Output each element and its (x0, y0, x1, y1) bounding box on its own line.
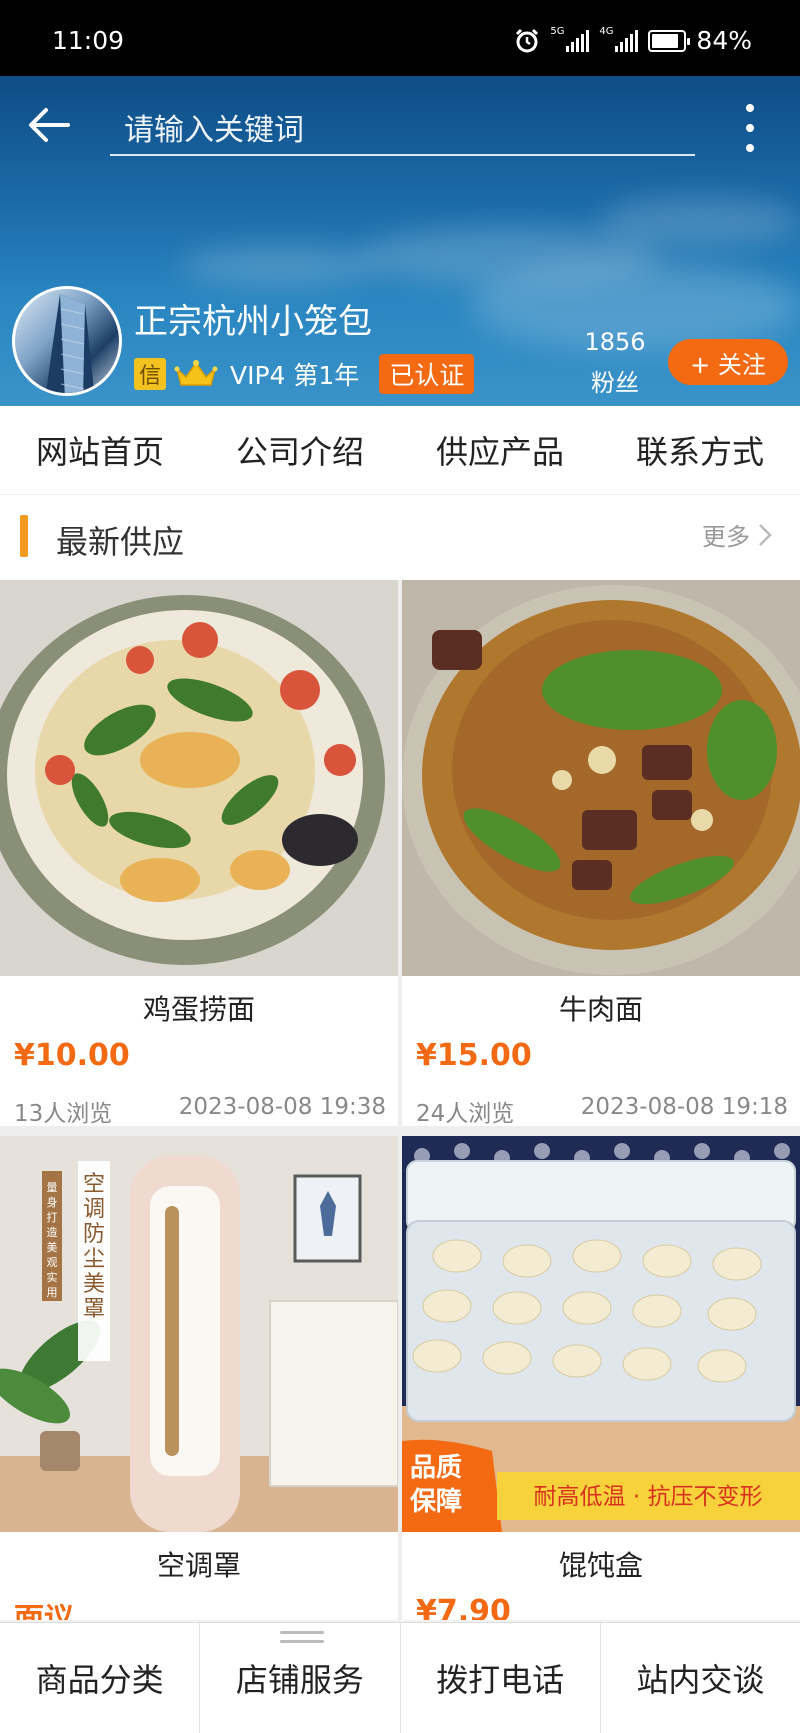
drag-handle-icon (280, 1631, 324, 1645)
alarm-icon (516, 28, 539, 52)
product-name: 馄饨盒 (558, 1549, 643, 1582)
svg-text:耐高低温 · 抗压不变形: 耐高低温 · 抗压不变形 (534, 1484, 763, 1510)
tab-products[interactable]: 供应产品 (400, 406, 600, 494)
product-price: ¥15.00 (416, 1038, 532, 1073)
product-name: 鸡蛋捞面 (142, 993, 255, 1026)
product-image-wonton-box: 品质 保障 耐高低温 · 抗压不变形 (402, 1136, 800, 1532)
status-time: 11:09 (52, 26, 125, 55)
battery-percent: 84% (696, 26, 752, 55)
more-options-icon[interactable] (738, 98, 762, 160)
product-grid: 鸡蛋捞面 ¥10.00 13人浏览 2023-08-08 19:38 牛肉面 ¥… (0, 580, 800, 1620)
section-title: 最新供应 (56, 523, 185, 561)
battery-icon (648, 29, 691, 52)
product-price: 面议 (14, 1602, 74, 1620)
product-name: 牛肉面 (558, 993, 643, 1026)
svg-text:品质: 品质 (410, 1453, 462, 1483)
more-link[interactable]: 更多 (702, 517, 772, 552)
svg-text:尘: 尘 (83, 1247, 105, 1272)
store-header: 正宗杭州小笼包 信 VIP4 第1年 已认证 1856 粉丝 + 关注 (0, 76, 800, 406)
product-views: 24人浏览 (416, 1101, 515, 1126)
call-button[interactable]: 拨打电话 (401, 1623, 601, 1733)
latest-supply-header: 最新供应 更多 (0, 494, 800, 580)
product-card[interactable]: 牛肉面 ¥15.00 24人浏览 2023-08-08 19:18 (402, 580, 800, 1126)
svg-text:保障: 保障 (409, 1486, 462, 1517)
chevron-right-icon (759, 523, 772, 546)
product-price: ¥7.90 (416, 1594, 511, 1620)
svg-text:观: 观 (47, 1256, 58, 1269)
tab-company-intro[interactable]: 公司介绍 (200, 406, 400, 494)
svg-text:造: 造 (47, 1225, 58, 1239)
svg-text:量: 量 (47, 1181, 58, 1194)
store-name: 正宗杭州小笼包 (134, 302, 372, 342)
svg-text:用: 用 (47, 1286, 58, 1299)
svg-text:空: 空 (83, 1172, 105, 1197)
product-card[interactable]: 鸡蛋捞面 ¥10.00 13人浏览 2023-08-08 19:38 (0, 580, 398, 1126)
vip-level: VIP4 第1年 (230, 361, 360, 390)
product-views: 13人浏览 (14, 1101, 113, 1126)
svg-text:美: 美 (47, 1241, 58, 1254)
credit-badge: 信 (134, 358, 166, 390)
fans-label: 粉丝 (591, 369, 639, 397)
product-date: 2023-08-08 19:38 (178, 1094, 386, 1120)
product-date: 2023-08-08 19:18 (580, 1094, 788, 1120)
svg-text:美: 美 (83, 1272, 105, 1297)
product-card[interactable]: 品质 保障 耐高低温 · 抗压不变形 馄饨盒 ¥7.90 (402, 1136, 800, 1620)
signal-4g-icon: 4G (599, 26, 639, 52)
crown-icon (174, 360, 218, 386)
status-bar: 11:09 5G 4G 84% (0, 0, 800, 76)
follow-button[interactable]: + 关注 (668, 339, 788, 385)
signal-5g-icon: 5G (550, 26, 590, 52)
svg-text:调: 调 (83, 1197, 105, 1222)
svg-text:打: 打 (47, 1210, 58, 1224)
tab-home[interactable]: 网站首页 (0, 406, 200, 494)
svg-text:身: 身 (47, 1195, 58, 1209)
chat-button[interactable]: 站内交谈 (601, 1623, 800, 1733)
product-name: 空调罩 (156, 1549, 241, 1582)
search-input[interactable] (110, 106, 695, 156)
more-label: 更多 (702, 523, 750, 551)
svg-text:罩: 罩 (83, 1297, 105, 1322)
back-arrow-icon[interactable] (24, 98, 78, 152)
fans-count: 1856 (584, 328, 646, 356)
category-button[interactable]: 商品分类 (0, 1623, 201, 1733)
verified-badge: 已认证 (379, 354, 475, 394)
product-card[interactable]: 空 调 防 尘 美 罩 量 身 打 造 美 观 实 用 空调罩 面议 (0, 1136, 398, 1620)
tab-contact[interactable]: 联系方式 (600, 406, 800, 494)
store-nav-tabs: 网站首页 公司介绍 供应产品 联系方式 (0, 406, 800, 494)
section-accent-bar (20, 515, 28, 557)
store-avatar[interactable] (12, 286, 122, 396)
product-image-ac-cover: 空 调 防 尘 美 罩 量 身 打 造 美 观 实 用 (0, 1136, 398, 1532)
svg-text:实: 实 (47, 1270, 58, 1284)
bottom-action-bar: 商品分类 店铺服务 拨打电话 站内交谈 (0, 1622, 800, 1733)
svg-text:防: 防 (83, 1222, 105, 1247)
status-icons: 5G 4G 84% (514, 26, 752, 55)
product-image-egg-noodles (0, 580, 398, 976)
store-badges: 信 VIP4 第1年 已认证 (134, 354, 475, 394)
product-image-beef-noodles (402, 580, 800, 976)
product-price: ¥10.00 (14, 1038, 130, 1073)
